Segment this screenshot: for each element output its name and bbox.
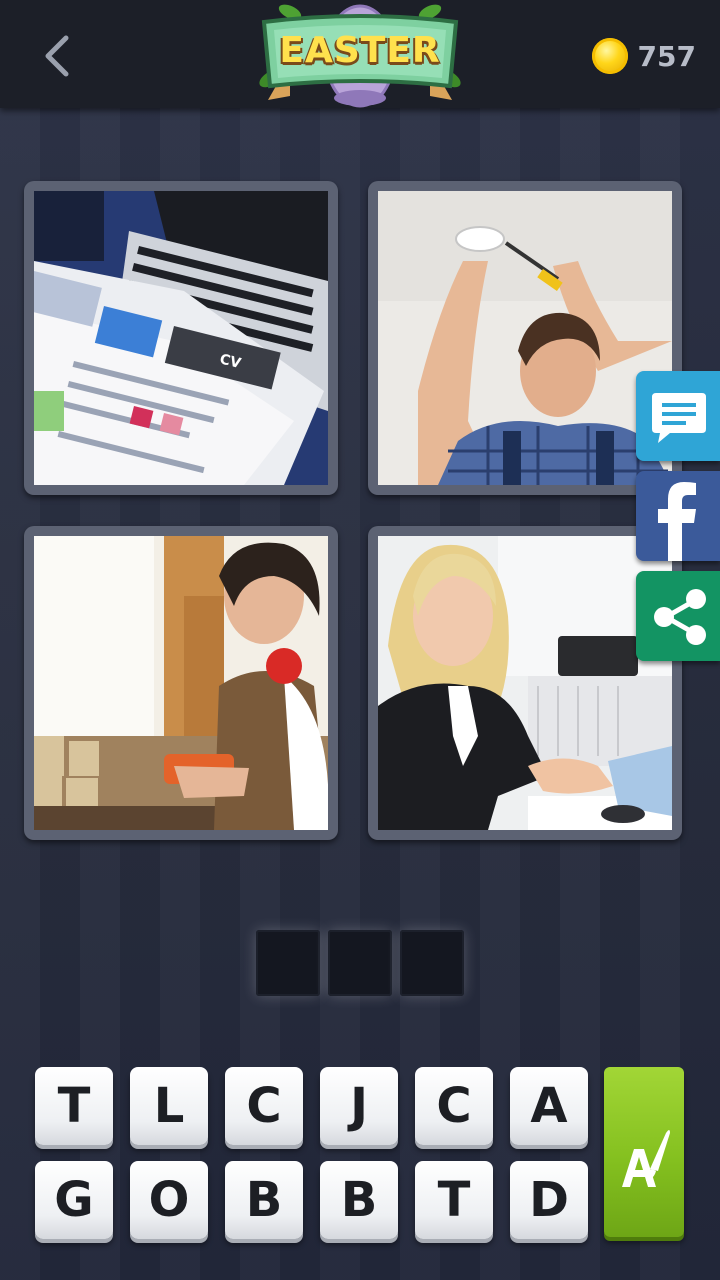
- letter-key[interactable]: C: [225, 1067, 303, 1145]
- letter-key[interactable]: L: [130, 1067, 208, 1145]
- letter-key[interactable]: D: [510, 1161, 588, 1239]
- letter-key[interactable]: C: [415, 1067, 493, 1145]
- coin-counter: 757: [591, 34, 696, 78]
- answer-slot[interactable]: [328, 930, 392, 996]
- hint-button[interactable]: [604, 1067, 684, 1237]
- chat-bubble-icon: [652, 393, 706, 443]
- letter-key[interactable]: J: [320, 1067, 398, 1145]
- answer-slot[interactable]: [400, 930, 464, 996]
- business-handshake-photo: [378, 536, 672, 830]
- share-button[interactable]: [636, 571, 720, 661]
- chevron-left-icon: [45, 35, 69, 77]
- clue-tile-1[interactable]: CV: [24, 181, 338, 495]
- coin-count: 757: [637, 39, 696, 73]
- letter-key[interactable]: O: [130, 1161, 208, 1239]
- letter-key[interactable]: T: [415, 1161, 493, 1239]
- back-button[interactable]: [30, 28, 86, 84]
- electrician-smoke-detector-photo: [378, 191, 672, 485]
- clue-tile-4[interactable]: [368, 526, 682, 840]
- share-icon: [654, 589, 706, 645]
- letter-key[interactable]: B: [225, 1161, 303, 1239]
- letter-key[interactable]: B: [320, 1161, 398, 1239]
- clue-tile-3[interactable]: [24, 526, 338, 840]
- chat-share-button[interactable]: [636, 371, 720, 461]
- letter-key[interactable]: T: [35, 1067, 113, 1145]
- facebook-icon: [658, 482, 696, 561]
- facebook-share-button[interactable]: [636, 471, 720, 561]
- carpenter-woodwork-photo: [34, 536, 328, 830]
- coin-icon: [591, 38, 628, 74]
- resume-laptop-photo: CV: [34, 191, 328, 485]
- paintbrush-letter-icon: [622, 1130, 670, 1187]
- event-badge-title: EASTER: [279, 30, 441, 71]
- answer-slot[interactable]: [256, 930, 320, 996]
- clue-tile-2[interactable]: [368, 181, 682, 495]
- event-badge: EASTER: [250, 0, 470, 112]
- letter-key[interactable]: G: [35, 1161, 113, 1239]
- letter-key[interactable]: A: [510, 1067, 588, 1145]
